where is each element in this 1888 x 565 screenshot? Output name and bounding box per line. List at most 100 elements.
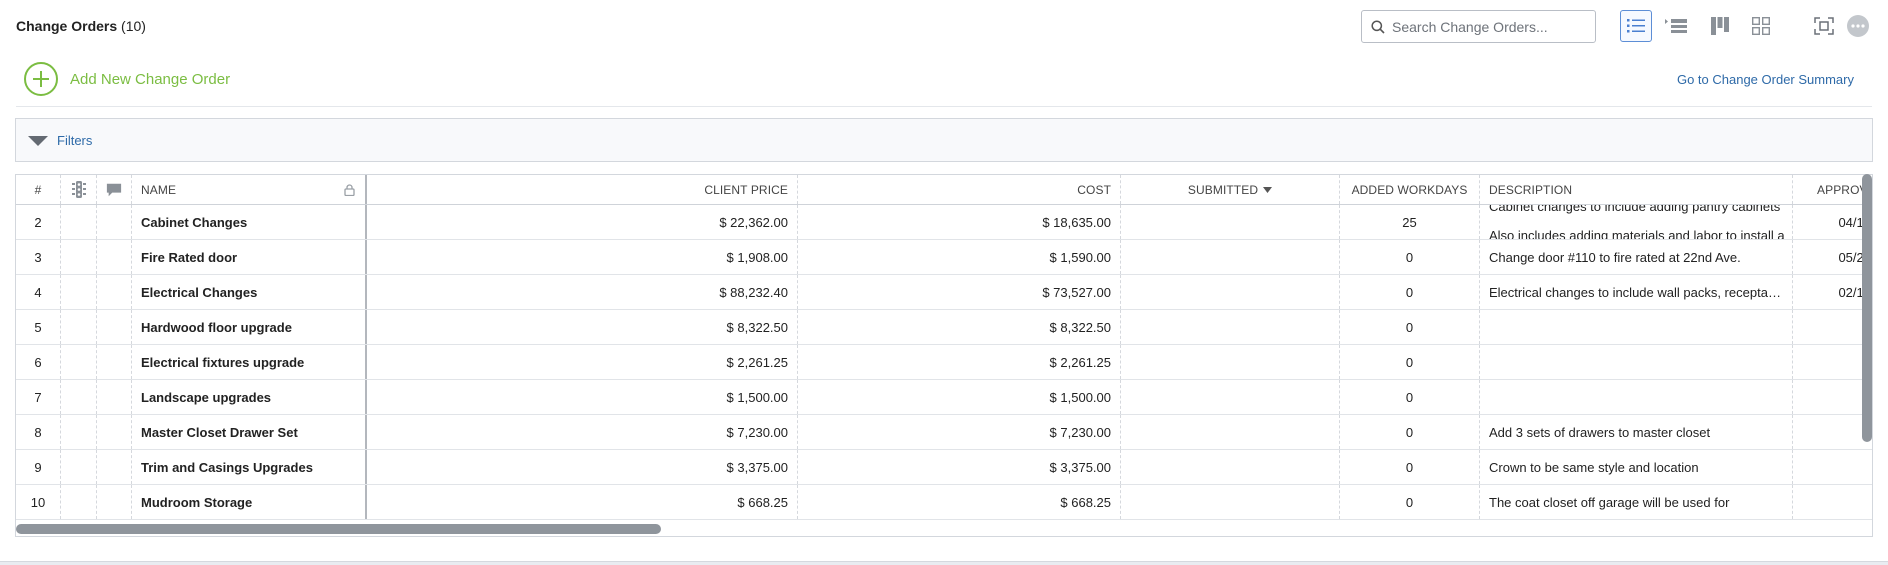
- client-price-cell[interactable]: $ 1,908.00: [367, 240, 798, 274]
- comments-cell[interactable]: [97, 310, 132, 344]
- added-workdays-cell[interactable]: 0: [1340, 450, 1480, 484]
- table-row[interactable]: 2 Cabinet Changes $ 22,362.00 $ 18,635.00 25…: [16, 205, 1872, 240]
- submitted-cell[interactable]: [1121, 240, 1340, 274]
- comments-cell[interactable]: [97, 240, 132, 274]
- submitted-cell[interactable]: [1121, 345, 1340, 379]
- column-header-approval[interactable]: APPROVAL: [1793, 175, 1872, 204]
- status-cell[interactable]: [61, 205, 97, 239]
- table-row[interactable]: 5 Hardwood floor upgrade $ 8,322.50 $ 8,322…: [16, 310, 1872, 345]
- client-price-cell[interactable]: $ 8,322.50: [367, 310, 798, 344]
- cost-cell[interactable]: $ 7,230.00: [798, 415, 1121, 449]
- search-input[interactable]: [1392, 17, 1587, 37]
- approval-cell[interactable]: 02/17: [1793, 275, 1872, 309]
- table-row[interactable]: 9 Trim and Casings Upgrades $ 3,375.00 $ 3,…: [16, 450, 1872, 485]
- search-box[interactable]: [1361, 10, 1596, 43]
- table-row[interactable]: 10 Mudroom Storage $ 668.25 $ 668.25 0 The co…: [16, 485, 1872, 520]
- comments-cell[interactable]: [97, 205, 132, 239]
- name-cell[interactable]: Electrical Changes: [132, 275, 367, 309]
- column-header-description[interactable]: DESCRIPTION: [1480, 175, 1793, 204]
- cost-cell[interactable]: $ 668.25: [798, 485, 1121, 519]
- cost-cell[interactable]: $ 1,590.00: [798, 240, 1121, 274]
- added-workdays-cell[interactable]: 0: [1340, 240, 1480, 274]
- approval-cell[interactable]: [1793, 485, 1872, 519]
- status-cell[interactable]: [61, 310, 97, 344]
- table-row[interactable]: 8 Master Closet Drawer Set $ 7,230.00 $ 7,2…: [16, 415, 1872, 450]
- filters-toggle-icon[interactable]: [28, 136, 48, 146]
- column-header-name[interactable]: NAME: [132, 175, 367, 204]
- added-workdays-cell[interactable]: 0: [1340, 345, 1480, 379]
- name-cell[interactable]: Electrical fixtures upgrade: [132, 345, 367, 379]
- client-price-cell[interactable]: $ 88,232.40: [367, 275, 798, 309]
- table-row[interactable]: 7 Landscape upgrades $ 1,500.00 $ 1,500.00 0: [16, 380, 1872, 415]
- added-workdays-cell[interactable]: 0: [1340, 275, 1480, 309]
- description-cell[interactable]: Electrical changes to include wall packs…: [1480, 275, 1793, 309]
- indented-list-view-button[interactable]: [1660, 10, 1692, 42]
- column-header-added-workdays[interactable]: ADDED WORKDAYS: [1340, 175, 1480, 204]
- client-price-cell[interactable]: $ 7,230.00: [367, 415, 798, 449]
- client-price-cell[interactable]: $ 668.25: [367, 485, 798, 519]
- submitted-cell[interactable]: [1121, 450, 1340, 484]
- status-cell[interactable]: [61, 485, 97, 519]
- cost-cell[interactable]: $ 73,527.00: [798, 275, 1121, 309]
- change-order-summary-link[interactable]: Go to Change Order Summary: [1677, 72, 1854, 87]
- approval-cell[interactable]: [1793, 450, 1872, 484]
- filters-bar[interactable]: Filters: [15, 118, 1873, 162]
- comments-cell[interactable]: [97, 275, 132, 309]
- cost-cell[interactable]: $ 2,261.25: [798, 345, 1121, 379]
- cost-cell[interactable]: $ 8,322.50: [798, 310, 1121, 344]
- fullscreen-button[interactable]: [1808, 10, 1840, 42]
- list-view-button[interactable]: [1620, 10, 1652, 42]
- column-header-number[interactable]: #: [16, 175, 61, 204]
- add-new-change-order-button[interactable]: Add New Change Order: [24, 62, 230, 96]
- column-header-cost[interactable]: COST: [798, 175, 1121, 204]
- added-workdays-cell[interactable]: 0: [1340, 485, 1480, 519]
- client-price-cell[interactable]: $ 1,500.00: [367, 380, 798, 414]
- submitted-cell[interactable]: [1121, 205, 1340, 239]
- name-cell[interactable]: Master Closet Drawer Set: [132, 415, 367, 449]
- vertical-scrollbar[interactable]: [1862, 174, 1872, 442]
- added-workdays-cell[interactable]: 0: [1340, 415, 1480, 449]
- name-cell[interactable]: Trim and Casings Upgrades: [132, 450, 367, 484]
- submitted-cell[interactable]: [1121, 275, 1340, 309]
- comments-cell[interactable]: [97, 345, 132, 379]
- approval-cell[interactable]: 05/28: [1793, 240, 1872, 274]
- column-header-client-price[interactable]: CLIENT PRICE: [367, 175, 798, 204]
- horizontal-scrollbar[interactable]: [16, 524, 661, 534]
- comments-cell[interactable]: [97, 485, 132, 519]
- approval-cell[interactable]: [1793, 415, 1872, 449]
- status-cell[interactable]: [61, 450, 97, 484]
- name-cell[interactable]: Mudroom Storage: [132, 485, 367, 519]
- cost-cell[interactable]: $ 3,375.00: [798, 450, 1121, 484]
- description-cell[interactable]: Cabinet changes to include adding pantry…: [1480, 205, 1793, 239]
- description-cell[interactable]: Add 3 sets of drawers to master closet: [1480, 415, 1793, 449]
- filters-label[interactable]: Filters: [57, 133, 92, 148]
- column-header-status[interactable]: [61, 175, 97, 204]
- status-cell[interactable]: [61, 415, 97, 449]
- cost-cell[interactable]: $ 1,500.00: [798, 380, 1121, 414]
- status-cell[interactable]: [61, 240, 97, 274]
- description-cell[interactable]: The coat closet off garage will be used …: [1480, 485, 1793, 519]
- table-row[interactable]: 3 Fire Rated door $ 1,908.00 $ 1,590.00 0 Cha…: [16, 240, 1872, 275]
- comments-cell[interactable]: [97, 450, 132, 484]
- description-cell[interactable]: Change door #110 to fire rated at 22nd A…: [1480, 240, 1793, 274]
- approval-cell[interactable]: [1793, 380, 1872, 414]
- submitted-cell[interactable]: [1121, 310, 1340, 344]
- description-cell[interactable]: [1480, 345, 1793, 379]
- lock-icon[interactable]: [344, 184, 355, 196]
- column-header-comments[interactable]: [97, 175, 132, 204]
- cost-cell[interactable]: $ 18,635.00: [798, 205, 1121, 239]
- description-cell[interactable]: [1480, 310, 1793, 344]
- approval-cell[interactable]: 04/13: [1793, 205, 1872, 239]
- approval-cell[interactable]: [1793, 345, 1872, 379]
- name-cell[interactable]: Hardwood floor upgrade: [132, 310, 367, 344]
- description-cell[interactable]: [1480, 380, 1793, 414]
- columns-view-button[interactable]: [1704, 10, 1736, 42]
- submitted-cell[interactable]: [1121, 485, 1340, 519]
- status-cell[interactable]: [61, 345, 97, 379]
- name-cell[interactable]: Landscape upgrades: [132, 380, 367, 414]
- column-header-submitted[interactable]: SUBMITTED: [1121, 175, 1340, 204]
- added-workdays-cell[interactable]: 25: [1340, 205, 1480, 239]
- name-cell[interactable]: Fire Rated door: [132, 240, 367, 274]
- added-workdays-cell[interactable]: 0: [1340, 310, 1480, 344]
- client-price-cell[interactable]: $ 2,261.25: [367, 345, 798, 379]
